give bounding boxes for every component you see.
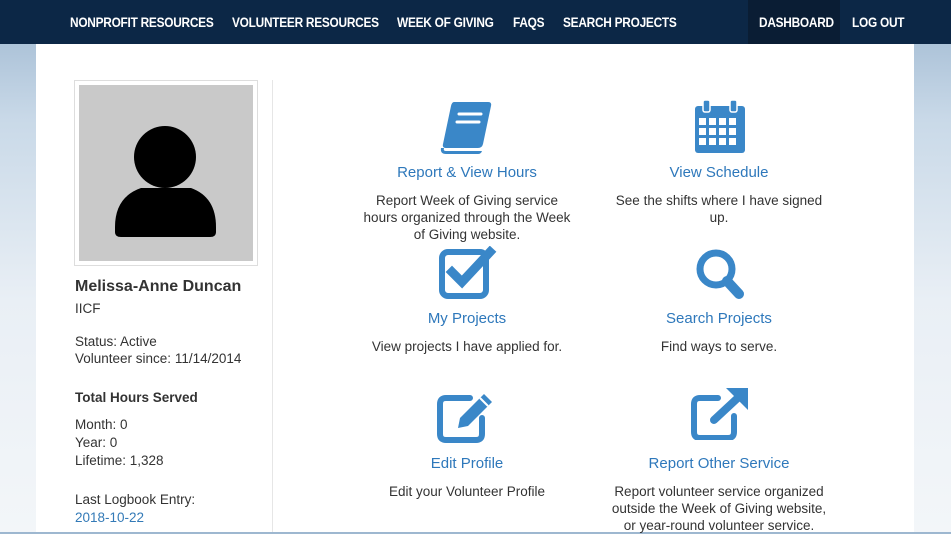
view-schedule-description: See the shifts where I have signed up. (615, 193, 823, 225)
report-other-service-description: Report volunteer service organized outsid… (611, 484, 827, 533)
search-projects-link[interactable]: Search Projects (589, 310, 849, 327)
report-other-service-link[interactable]: Report Other Service (589, 455, 849, 472)
avatar-placeholder (79, 85, 253, 261)
hours-month: Month: 0 (75, 417, 128, 432)
user-silhouette-icon (115, 126, 216, 237)
sidebar-divider (272, 80, 273, 532)
external-link-icon[interactable] (680, 384, 760, 441)
hours-lifetime: Lifetime: 1,328 (75, 453, 164, 468)
edit-profile-link[interactable]: Edit Profile (337, 455, 597, 472)
view-schedule-link[interactable]: View Schedule (589, 164, 849, 181)
nav-nonprofit-resources[interactable]: NONPROFIT RESOURCES (70, 0, 214, 44)
volunteer-organization: IICF (75, 301, 101, 316)
report-view-hours-link[interactable]: Report & View Hours (337, 164, 597, 181)
total-hours-heading: Total Hours Served (75, 390, 198, 405)
checkbox-icon[interactable] (428, 245, 508, 302)
edit-profile-description: Edit your Volunteer Profile (388, 484, 546, 499)
nav-search-projects[interactable]: SEARCH PROJECTS (563, 0, 677, 44)
search-projects-description: Find ways to serve. (660, 339, 778, 354)
volunteer-status: Status: Active (75, 334, 157, 349)
last-logbook-label: Last Logbook Entry: (75, 492, 196, 507)
nav-week-of-giving[interactable]: WEEK OF GIVING (397, 0, 494, 44)
nav-volunteer-resources[interactable]: VOLUNTEER RESOURCES (232, 0, 379, 44)
my-projects-description: View projects I have applied for. (371, 339, 563, 354)
search-icon[interactable] (680, 246, 760, 302)
hours-year: Year: 0 (75, 435, 118, 450)
volunteer-since: Volunteer since: 11/14/2014 (75, 351, 242, 366)
nav-log-out[interactable]: LOG OUT (852, 0, 905, 44)
report-view-hours-description: Report Week of Giving service hours organ… (363, 193, 571, 242)
nav-dashboard[interactable]: DASHBOARD (759, 0, 834, 44)
book-icon[interactable] (428, 100, 508, 156)
edit-icon[interactable] (428, 388, 508, 444)
calendar-icon[interactable] (680, 98, 760, 154)
last-logbook-date-link[interactable]: 2018-10-22 (75, 510, 144, 525)
top-nav: NONPROFIT RESOURCES VOLUNTEER RESOURCES … (0, 0, 951, 44)
nav-faqs[interactable]: FAQS (513, 0, 545, 44)
avatar (74, 80, 258, 266)
volunteer-name: Melissa-Anne Duncan (75, 278, 242, 295)
my-projects-link[interactable]: My Projects (337, 310, 597, 327)
